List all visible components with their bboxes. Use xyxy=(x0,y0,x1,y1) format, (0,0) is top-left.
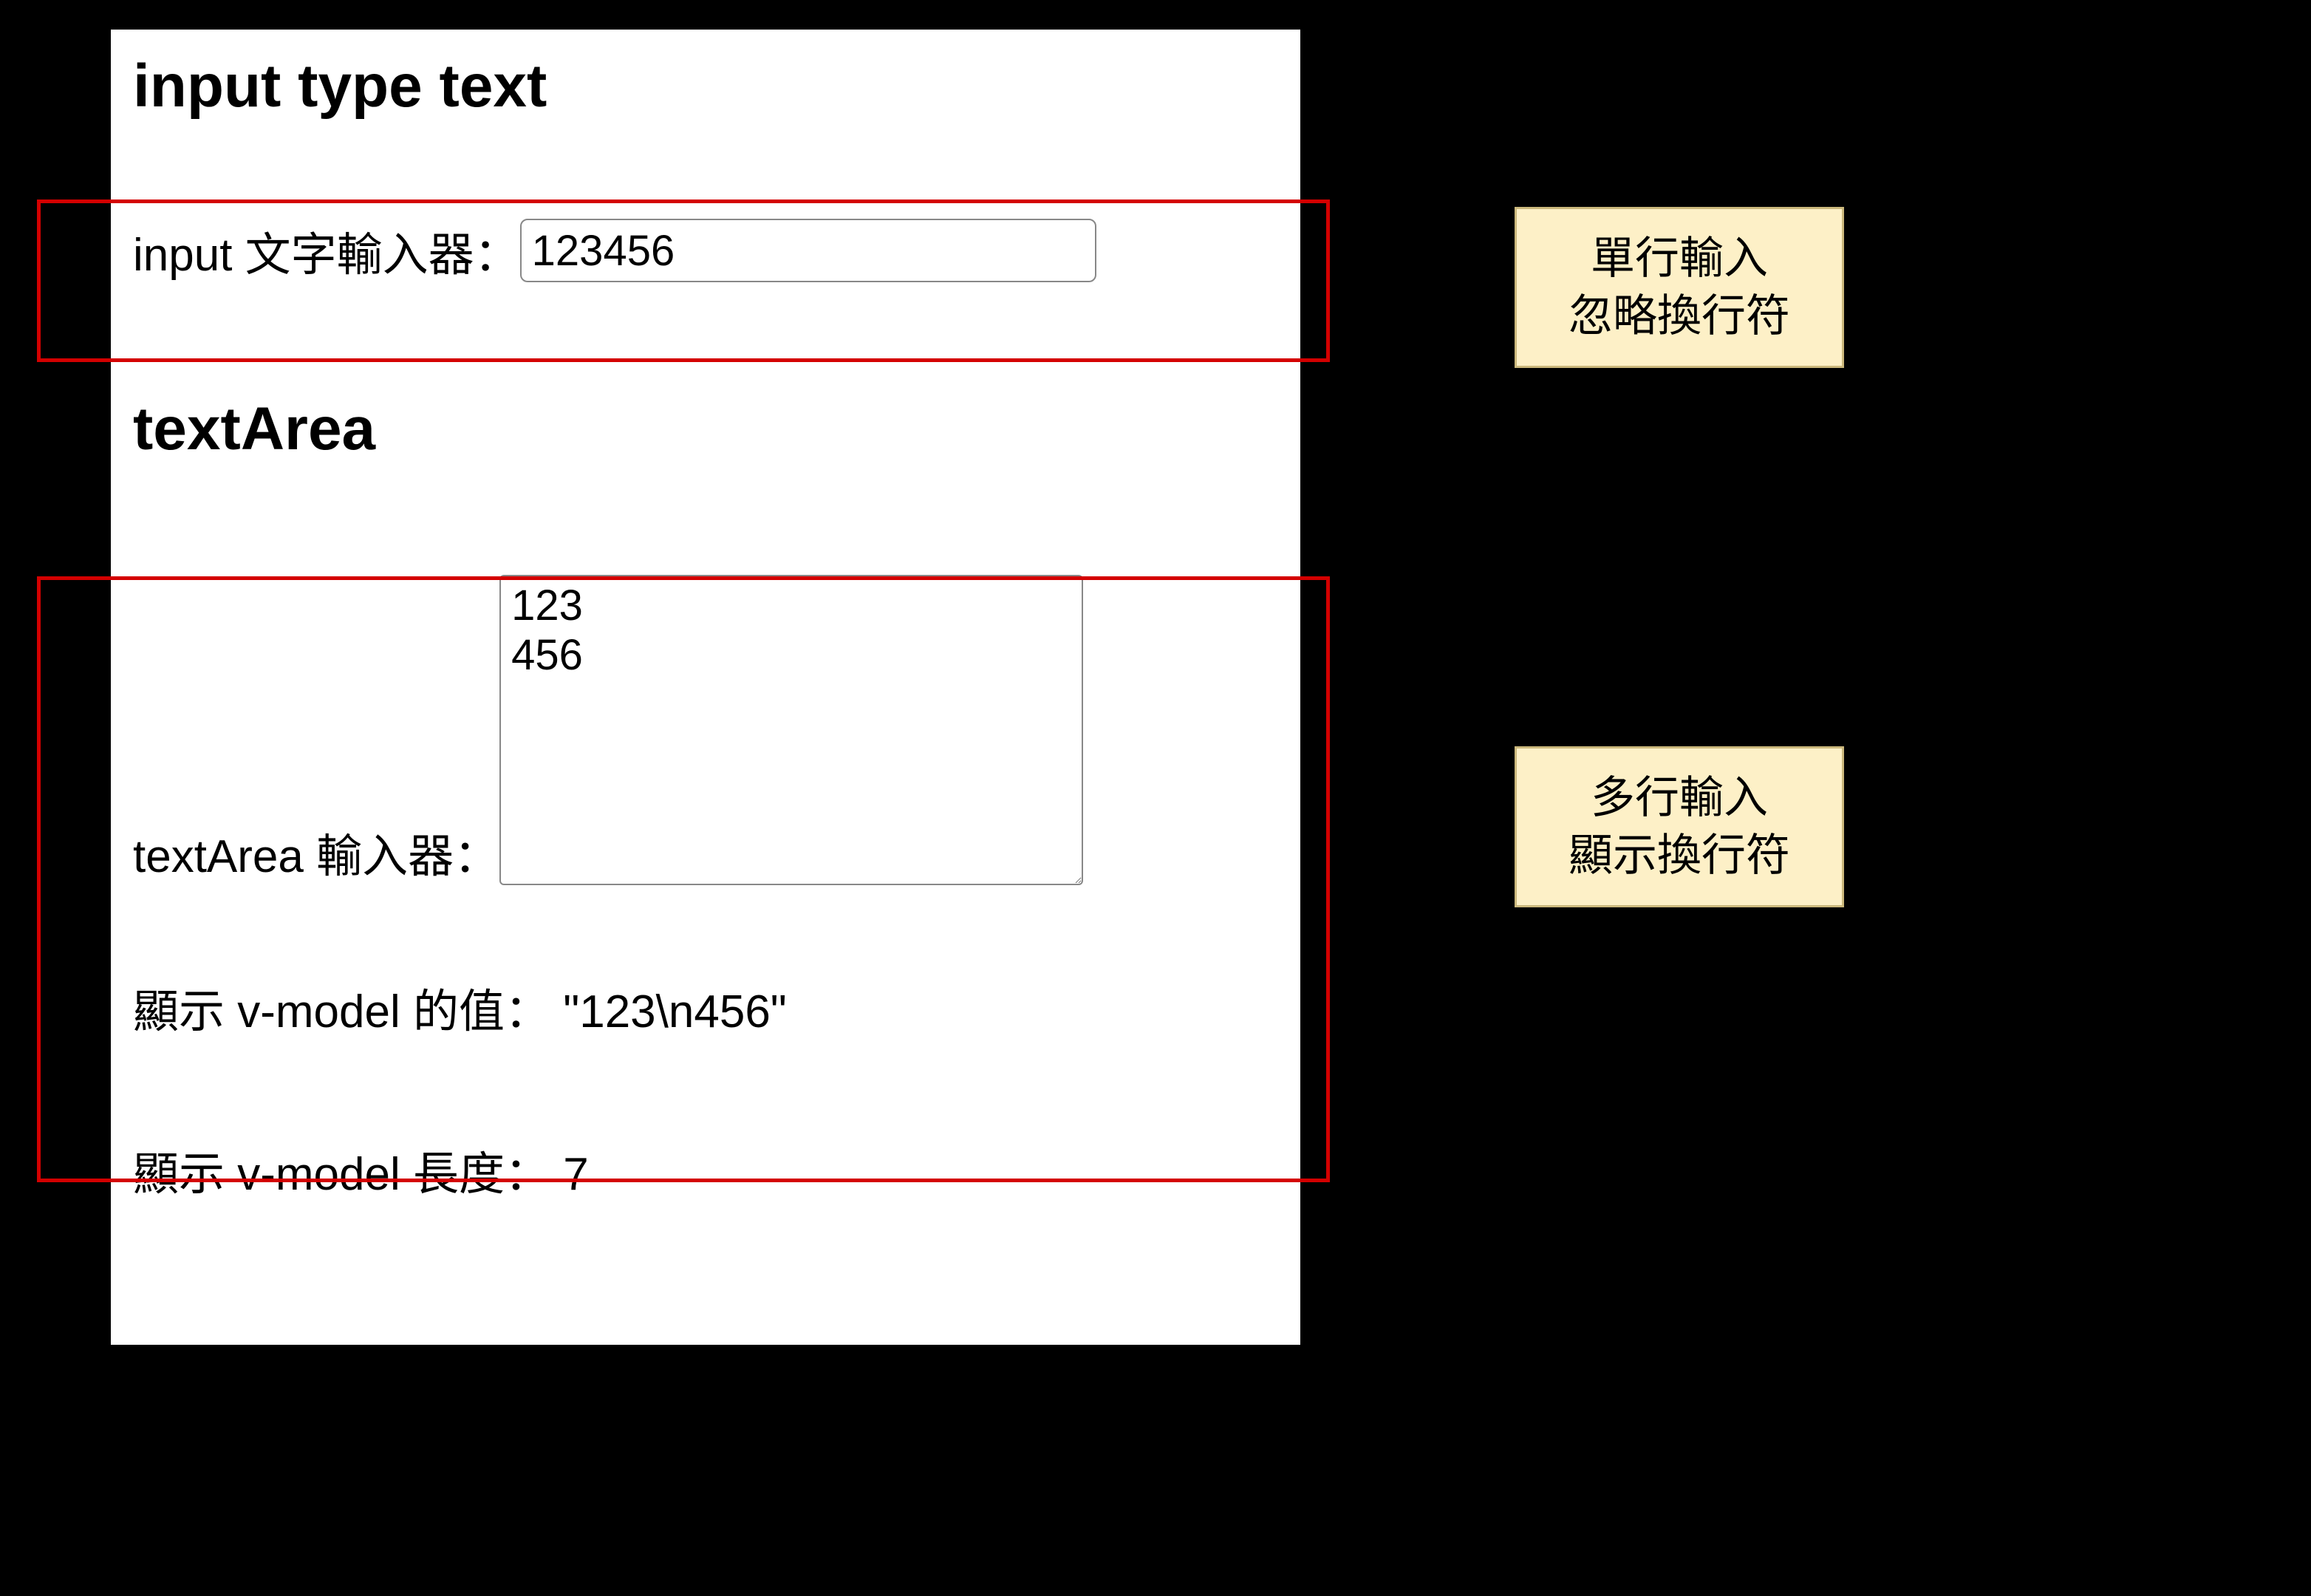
vmodel-length-label: 顯示 v-model 長度： xyxy=(133,1149,550,1200)
textarea-label: textArea 輸入器： xyxy=(133,819,499,885)
demo-panel: input type text input 文字輸入器： textArea te… xyxy=(111,30,1300,1345)
callout-multi-line: 多行輸入 顯示換行符 xyxy=(1515,746,1844,907)
heading-textarea: textArea xyxy=(133,395,1278,464)
vmodel-length-value: 7 xyxy=(563,1149,588,1200)
input-row: input 文字輸入器： xyxy=(133,217,1278,284)
textarea-row: textArea 輸入器： xyxy=(133,575,1278,885)
callout-single-line: 單行輸入 忽略換行符 xyxy=(1515,207,1844,368)
vmodel-value-row: 顯示 v-model 的值： "123\n456" xyxy=(133,974,1278,1040)
vmodel-value-label: 顯示 v-model 的值： xyxy=(133,986,550,1037)
input-label: input 文字輸入器： xyxy=(133,217,520,284)
heading-input-type-text: input type text xyxy=(133,52,1278,121)
textarea-input[interactable] xyxy=(499,575,1083,885)
vmodel-value: "123\n456" xyxy=(563,986,787,1037)
text-input[interactable] xyxy=(520,219,1096,282)
vmodel-length-row: 顯示 v-model 長度： 7 xyxy=(133,1136,1278,1203)
